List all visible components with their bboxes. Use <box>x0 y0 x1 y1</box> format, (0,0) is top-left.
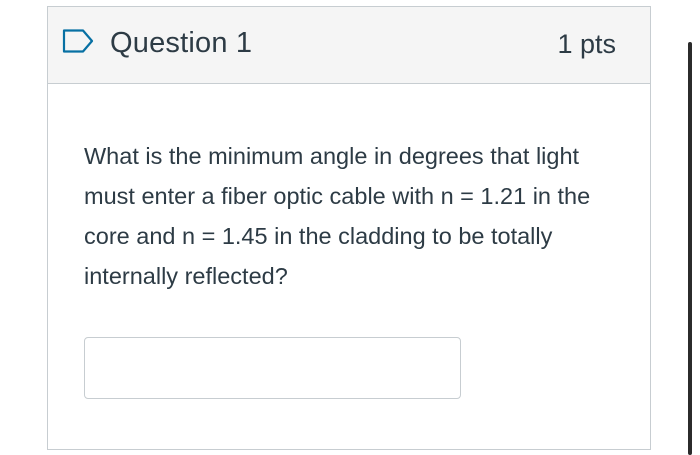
page-scrollbar[interactable] <box>688 42 692 455</box>
flag-outline-icon[interactable] <box>62 29 94 53</box>
answer-input[interactable] <box>84 337 461 399</box>
question-points: 1 pts <box>557 29 616 59</box>
question-card: Question 1 1 pts What is the minimum ang… <box>47 6 651 450</box>
question-title: Question 1 <box>110 27 253 59</box>
question-header: Question 1 1 pts <box>48 7 650 84</box>
question-text: What is the minimum angle in degrees tha… <box>84 143 591 289</box>
page: Question 1 1 pts What is the minimum ang… <box>0 0 700 455</box>
